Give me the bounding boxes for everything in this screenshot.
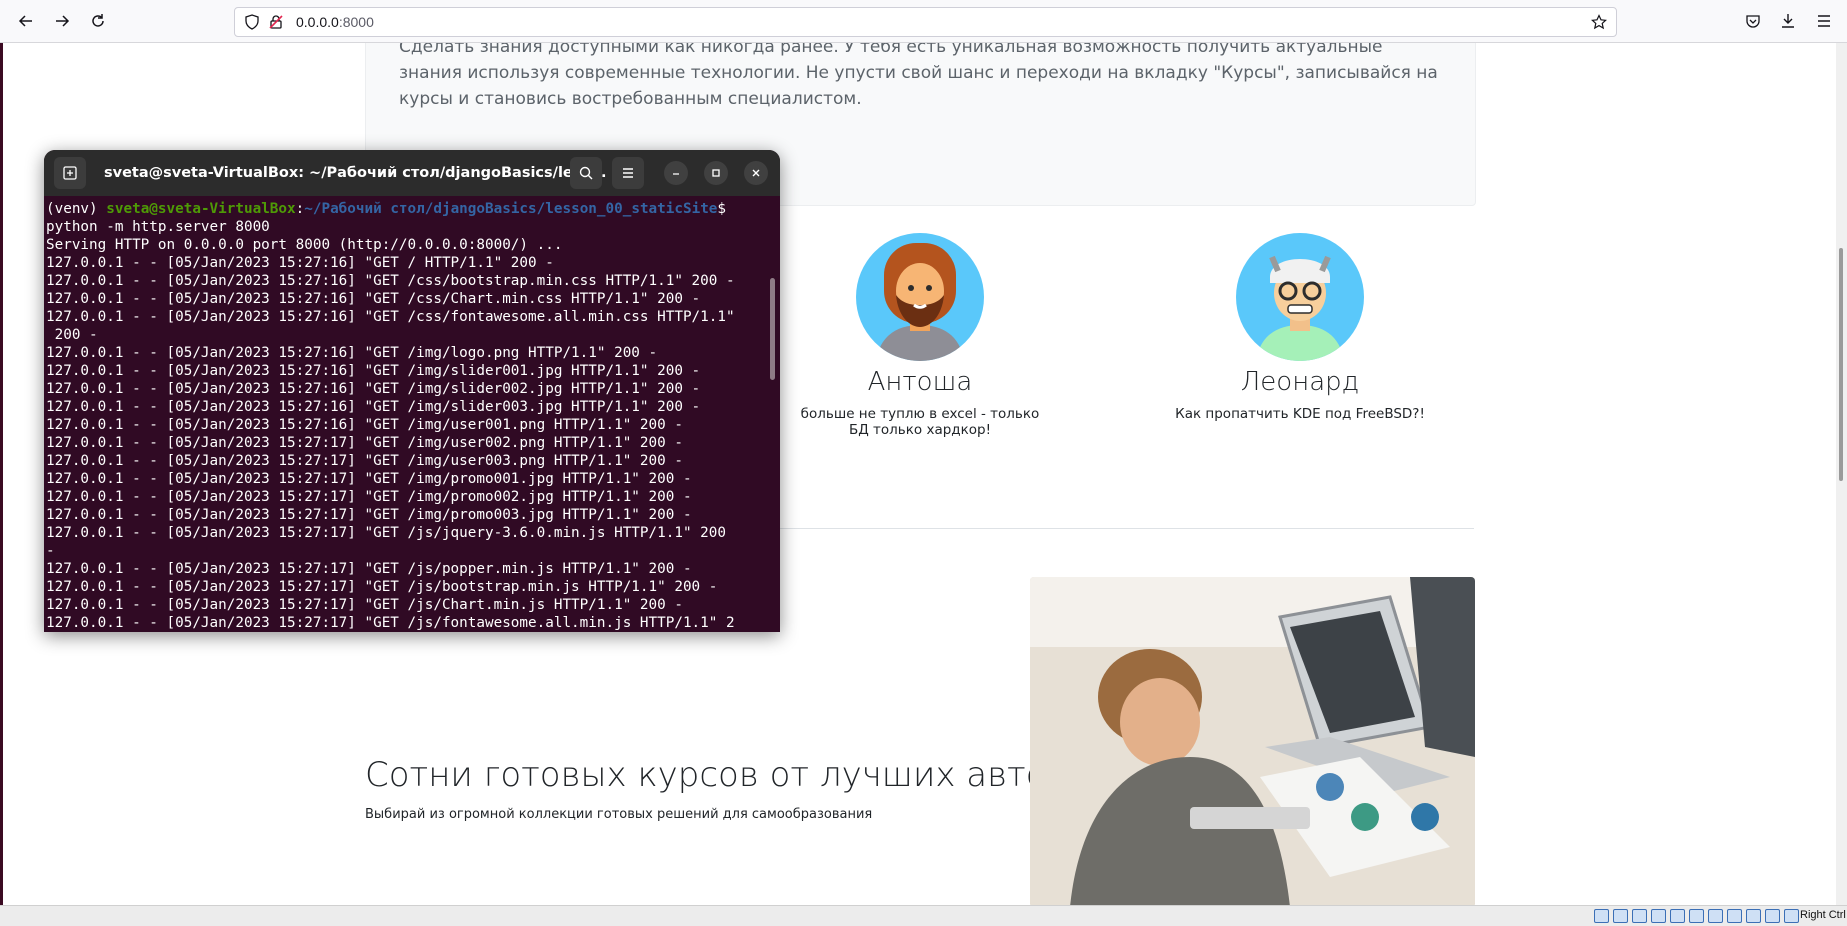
prompt-path: ~/Рабочий стол/djangoBasics/lesson_00_st… <box>304 201 718 217</box>
mouse-integration-icon[interactable] <box>1765 909 1780 923</box>
terminal-line: 127.0.0.1 - - [05/Jan/2023 15:27:16] "GE… <box>46 345 658 361</box>
downloads-icon[interactable] <box>1776 9 1800 33</box>
terminal-line: 127.0.0.1 - - [05/Jan/2023 15:27:17] "GE… <box>46 579 718 595</box>
terminal-line: 127.0.0.1 - - [05/Jan/2023 15:27:17] "GE… <box>46 507 692 523</box>
address-bar[interactable]: 0.0.0.0:8000 <box>234 7 1617 37</box>
promo-title: Сотни готовых курсов от лучших авторов <box>365 755 1109 795</box>
url-port: :8000 <box>338 14 374 30</box>
terminal-line: 127.0.0.1 - - [05/Jan/2023 15:27:16] "GE… <box>46 399 701 415</box>
display-icon[interactable] <box>1708 909 1723 923</box>
cpu-icon[interactable] <box>1746 909 1761 923</box>
virtualbox-status-bar: Right Ctrl <box>0 905 1847 926</box>
video-capture-icon[interactable] <box>1727 909 1742 923</box>
prompt-user: sveta@sveta-VirtualBox <box>106 201 296 217</box>
new-tab-icon[interactable] <box>54 157 86 189</box>
minimize-icon[interactable] <box>664 161 688 185</box>
prompt-venv: (venv) <box>46 201 107 217</box>
close-icon[interactable] <box>744 161 768 185</box>
back-arrow-icon[interactable] <box>14 9 38 33</box>
usb-icon[interactable] <box>1670 909 1685 923</box>
terminal-line: 200 - <box>46 327 98 343</box>
audio-icon[interactable] <box>1632 909 1647 923</box>
hard-disk-icon[interactable] <box>1594 909 1609 923</box>
reload-icon[interactable] <box>86 9 110 33</box>
pocket-icon[interactable] <box>1741 9 1765 33</box>
url-host: 0.0.0.0 <box>296 14 339 30</box>
terminal-line: 127.0.0.1 - - [05/Jan/2023 15:27:16] "GE… <box>46 255 554 271</box>
terminal-line: 127.0.0.1 - - [05/Jan/2023 15:27:17] "GE… <box>46 561 692 577</box>
virtualbox-device-icons <box>1594 909 1799 923</box>
terminal-title: sveta@sveta-VirtualBox: ~/Рабочий стол/d… <box>104 165 607 181</box>
team-card-antosha: Антоша больше не туплю в excel - только … <box>790 233 1050 438</box>
terminal-line: 127.0.0.1 - - [05/Jan/2023 15:27:16] "GE… <box>46 291 701 307</box>
promo-image <box>1030 577 1475 905</box>
team-member-quote: больше не туплю в excel - только БД толь… <box>800 406 1040 438</box>
terminal-prompt: (venv) sveta@sveta-VirtualBox:~/Рабочий … <box>46 200 760 218</box>
network-icon[interactable] <box>1651 909 1666 923</box>
team-member-name: Антоша <box>867 367 973 397</box>
terminal-window[interactable]: sveta@sveta-VirtualBox: ~/Рабочий стол/d… <box>44 150 780 632</box>
hamburger-menu-icon[interactable] <box>1812 9 1836 33</box>
url-text: 0.0.0.0:8000 <box>296 14 374 30</box>
tracking-shield-icon[interactable] <box>244 14 260 35</box>
desktop-edge <box>0 43 3 905</box>
team-member-quote: Как пропатчить KDE под FreeBSD?! <box>1175 406 1425 422</box>
keyboard-capture-icon[interactable] <box>1784 909 1799 923</box>
terminal-scrollbar[interactable] <box>770 278 775 380</box>
prompt-end: $ <box>717 201 727 217</box>
page-scrollbar-thumb[interactable] <box>1839 248 1843 481</box>
hamburger-menu-icon[interactable] <box>612 157 644 189</box>
bookmark-star-icon[interactable] <box>1591 14 1607 35</box>
prompt-separator: : <box>295 201 305 217</box>
avatar <box>1236 233 1364 361</box>
terminal-line: 127.0.0.1 - - [05/Jan/2023 15:27:17] "GE… <box>46 615 735 631</box>
terminal-titlebar[interactable]: sveta@sveta-VirtualBox: ~/Рабочий стол/d… <box>44 150 780 196</box>
terminal-line: Serving HTTP on 0.0.0.0 port 8000 (http:… <box>46 237 563 253</box>
page-scrollbar[interactable] <box>1836 43 1847 905</box>
terminal-lines: python -m http.server 8000 Serving HTTP o… <box>46 218 760 632</box>
terminal-line: - <box>46 543 55 559</box>
terminal-line: 127.0.0.1 - - [05/Jan/2023 15:27:17] "GE… <box>46 435 683 451</box>
avatar <box>856 233 984 361</box>
host-key-label: Right Ctrl <box>1800 909 1846 921</box>
terminal-line: 127.0.0.1 - - [05/Jan/2023 15:27:17] "GE… <box>46 453 683 469</box>
team-member-name: Леонард <box>1240 367 1360 397</box>
forward-arrow-icon[interactable] <box>50 9 74 33</box>
terminal-output[interactable]: (venv) sveta@sveta-VirtualBox:~/Рабочий … <box>46 200 760 632</box>
terminal-line: 127.0.0.1 - - [05/Jan/2023 15:27:17] "GE… <box>46 489 692 505</box>
maximize-icon[interactable] <box>704 161 728 185</box>
team-card-leonard: Леонард Как пропатчить KDE под FreeBSD?! <box>1170 233 1430 422</box>
terminal-line: 127.0.0.1 - - [05/Jan/2023 15:27:16] "GE… <box>46 363 701 379</box>
search-icon[interactable] <box>570 157 602 189</box>
insecure-lock-icon[interactable] <box>268 14 284 35</box>
terminal-line: 127.0.0.1 - - [05/Jan/2023 15:27:17] "GE… <box>46 597 683 613</box>
terminal-line: 127.0.0.1 - - [05/Jan/2023 15:27:16] "GE… <box>46 309 735 325</box>
terminal-line: 127.0.0.1 - - [05/Jan/2023 15:27:17] "GE… <box>46 471 692 487</box>
browser-toolbar: 0.0.0.0:8000 <box>0 0 1847 43</box>
promo-subtitle: Выбирай из огромной коллекции готовых ре… <box>365 807 873 822</box>
terminal-line: 127.0.0.1 - - [05/Jan/2023 15:27:17] "GE… <box>46 525 726 541</box>
shared-folder-icon[interactable] <box>1689 909 1704 923</box>
optical-drive-icon[interactable] <box>1613 909 1628 923</box>
terminal-line: 127.0.0.1 - - [05/Jan/2023 15:27:16] "GE… <box>46 417 683 433</box>
terminal-line: python -m http.server 8000 <box>46 219 270 235</box>
terminal-line: 127.0.0.1 - - [05/Jan/2023 15:27:16] "GE… <box>46 273 735 289</box>
about-text: Сделать знания доступными как никогда ра… <box>399 43 1438 109</box>
terminal-line: 127.0.0.1 - - [05/Jan/2023 15:27:16] "GE… <box>46 381 701 397</box>
